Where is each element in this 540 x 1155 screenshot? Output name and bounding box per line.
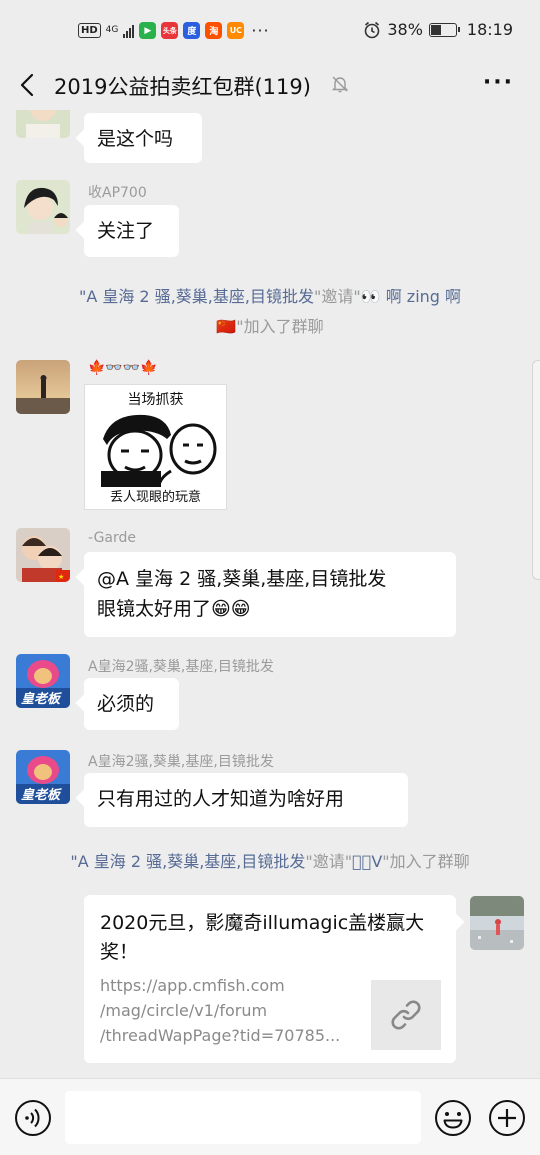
message-bubble[interactable]: 是这个吗 bbox=[84, 113, 202, 163]
sender-name: 收AP700 bbox=[88, 185, 147, 201]
chat-messages[interactable]: 是这个吗 收AP700 关注了 "A 皇海 2 骚,葵巢,基座,目镜批发"邀请"… bbox=[0, 110, 540, 1078]
link-card[interactable]: 2020元旦，影魔奇illumagic盖楼赢大奖！ https://app.cm… bbox=[84, 895, 456, 1063]
avatar[interactable]: 皇老板 bbox=[16, 654, 70, 708]
system-user-name[interactable]: "A 皇海 2 骚,葵巢,基座,目镜批发 bbox=[70, 852, 305, 871]
sender-name: 🍁👓👓🍁 bbox=[88, 360, 158, 376]
chat-header: 2019公益拍卖红包群(119) ··· bbox=[0, 62, 540, 110]
taobao-app-icon: 淘 bbox=[205, 22, 223, 39]
side-scroll-tab[interactable] bbox=[532, 360, 540, 580]
avatar[interactable] bbox=[16, 360, 70, 414]
link-icon bbox=[391, 1000, 421, 1030]
sender-name: -Garde bbox=[88, 530, 137, 546]
avatar[interactable]: 皇老板 bbox=[16, 750, 70, 804]
system-message: "A 皇海 2 骚,葵巢,基座,目镜批发"邀请"👀 啊 zing 啊 🇨🇳"加入… bbox=[78, 287, 462, 336]
message-input[interactable] bbox=[65, 1091, 421, 1144]
system-invitee-name[interactable]: 👀 啊 zing 啊 bbox=[361, 287, 461, 306]
link-url: https://app.cmfish.com /mag/circle/v1/fo… bbox=[100, 976, 341, 1045]
signal-icon bbox=[123, 24, 135, 38]
more-notifications-icon: ··· bbox=[251, 21, 270, 40]
add-more-icon[interactable] bbox=[488, 1099, 526, 1137]
avatar[interactable]: ★ bbox=[16, 528, 70, 582]
svg-text:★: ★ bbox=[58, 573, 64, 581]
message-bubble[interactable]: 必须的 bbox=[84, 678, 179, 730]
more-options-button[interactable]: ··· bbox=[483, 72, 514, 94]
message-bubble[interactable]: 只有用过的人才知道为啥好用 bbox=[84, 773, 408, 827]
baidu-app-icon: 度 bbox=[183, 22, 201, 39]
system-message: "A 皇海 2 骚,葵巢,基座,目镜批发"邀请"  V"加入了群聊 bbox=[70, 852, 470, 871]
sticker-caption-top: 当场抓获 bbox=[127, 392, 184, 408]
battery-percent: 38% bbox=[387, 20, 423, 39]
avatar[interactable] bbox=[16, 180, 70, 234]
voice-input-icon[interactable] bbox=[14, 1099, 52, 1137]
system-user-name[interactable]: "A 皇海 2 骚,葵巢,基座,目镜批发 bbox=[79, 287, 314, 306]
sticker-image[interactable]: 当场抓获 丢人现眼的玩意 bbox=[84, 384, 227, 510]
status-bar-right: 38% 18:19 bbox=[363, 20, 513, 39]
input-bar bbox=[0, 1078, 540, 1155]
message-bubble[interactable]: @A 皇海 2 骚,葵巢,基座,目镜批发 眼镜太好用了😁😁 bbox=[84, 552, 456, 637]
system-invitee-name[interactable]:   V bbox=[352, 852, 382, 871]
alarm-icon bbox=[365, 21, 380, 38]
emoji-icon[interactable] bbox=[434, 1099, 472, 1137]
status-bar-left: HD 4G ▶ 头条 度 淘 UC ··· bbox=[78, 21, 270, 40]
sender-name: A皇海2骚,葵巢,基座,目镜批发 bbox=[88, 659, 274, 675]
svg-text:皇老板: 皇老板 bbox=[21, 691, 62, 707]
battery-icon bbox=[428, 22, 460, 37]
page-title: 2019公益拍卖红包群(119) bbox=[54, 75, 311, 99]
message-bubble[interactable]: 关注了 bbox=[84, 205, 179, 257]
mute-icon bbox=[331, 76, 349, 93]
hd-icon: HD bbox=[78, 23, 101, 38]
video-app-icon: ▶ bbox=[139, 22, 157, 39]
back-icon[interactable] bbox=[14, 70, 44, 100]
my-avatar[interactable] bbox=[470, 896, 524, 950]
sticker-caption-bottom: 丢人现眼的玩意 bbox=[109, 490, 201, 505]
link-title: 2020元旦，影魔奇illumagic盖楼赢大奖！ bbox=[100, 912, 425, 963]
uc-app-icon: UC bbox=[227, 22, 245, 39]
clock: 18:19 bbox=[466, 20, 513, 39]
link-thumbnail bbox=[371, 980, 441, 1050]
svg-text:皇老板: 皇老板 bbox=[21, 787, 62, 803]
mention-text: @A 皇海 2 骚,葵巢,基座,目镜批发 bbox=[97, 568, 387, 590]
sender-name: A皇海2骚,葵巢,基座,目镜批发 bbox=[88, 754, 274, 770]
network-type: 4G bbox=[105, 25, 119, 35]
message-text: 眼镜太好用了😁😁 bbox=[97, 598, 251, 620]
toutiao-app-icon: 头条 bbox=[161, 22, 179, 39]
avatar[interactable] bbox=[16, 110, 70, 138]
status-bar: HD 4G ▶ 头条 度 淘 UC ··· 38% 18:19 bbox=[0, 0, 540, 62]
